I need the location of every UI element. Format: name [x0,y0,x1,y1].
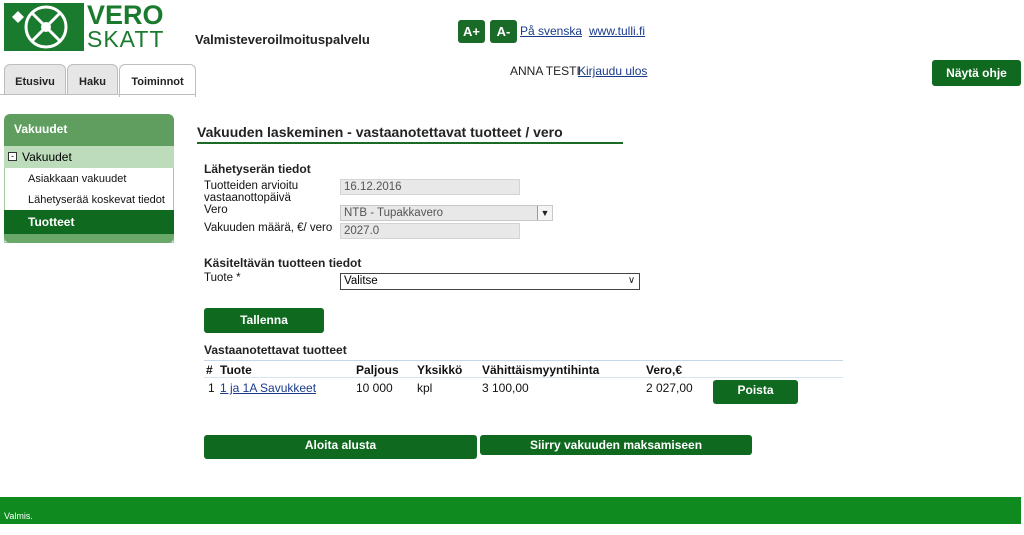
title-underline [197,142,623,144]
product-select-value: Valitse [344,275,378,287]
sidebar-item-tuotteet[interactable]: Tuotteet [4,210,174,234]
sidebar-title: Vakuudet [4,114,174,146]
sidebar-group-vakuudet[interactable]: - Vakuudet [4,146,174,168]
logout-link[interactable]: Kirjaudu ulos [578,64,647,78]
column-header-unit: Yksikkö [417,363,463,377]
amount-label: Vakuuden määrä, €/ vero [204,222,333,234]
table-top-line [204,360,843,361]
product-heading: Käsiteltävän tuotteen tiedot [204,256,362,270]
sidebar-group-label: Vakuudet [22,150,72,164]
tulli-site-link[interactable]: www.tulli.fi [589,24,645,38]
proceed-to-payment-button[interactable]: Siirry vakuuden maksamiseen [480,435,752,455]
page-title: Vakuuden laskeminen - vastaanotettavat t… [197,124,563,140]
tax-label: Vero [204,204,228,216]
shipment-heading: Lähetyserän tiedot [204,162,311,176]
font-decrease-button[interactable]: A- [490,20,517,43]
sidebar-footer [4,234,174,243]
swedish-language-link[interactable]: På svenska [520,24,582,38]
guarantee-amount-field[interactable]: 2027.0 [340,223,520,239]
save-button[interactable]: Tallenna [204,308,324,333]
receipt-date-field[interactable]: 16.12.2016 [340,179,520,195]
column-header-product: Tuote [220,363,252,377]
date-label-line1: Tuotteiden arvioitu [204,180,299,192]
delete-button[interactable]: Poista [713,380,798,404]
tab-haku[interactable]: Haku [67,64,118,95]
row-quantity: 10 000 [356,381,393,395]
tax-select-value: NTB - Tupakkavero [344,207,444,219]
row-retail-price: 3 100,00 [482,381,529,395]
status-bar: Valmis. [0,497,1021,524]
row-tax: 2 027,00 [646,381,693,395]
logo-text-skatt: SKATT [87,26,165,52]
column-header-retail-price: Vähittäismyyntihinta [482,363,600,377]
received-products-heading: Vastaanotettavat tuotteet [204,343,347,357]
tab-etusivu[interactable]: Etusivu [4,64,66,95]
row-number: 1 [208,381,215,395]
font-increase-button[interactable]: A+ [458,20,485,43]
vero-skatt-logo: VERO SKATT [4,1,164,51]
column-header-tax: Vero,€ [646,363,683,377]
column-header-quantity: Paljous [356,363,399,377]
product-label: Tuote * [204,272,241,284]
restart-button[interactable]: Aloita alusta [204,435,477,459]
service-title: Valmisteveroilmoituspalvelu [195,32,370,47]
chevron-down-icon: ▼ [537,206,552,220]
row-unit: kpl [417,381,433,395]
sidebar-item-lahetyseraa[interactable]: Lähetyserää koskevat tiedot [28,194,165,206]
date-label-line2: vastaanottopäivä [204,192,291,204]
logo-text-vero: VERO [87,0,164,30]
tab-divider [0,94,196,95]
tax-select[interactable]: NTB - Tupakkavero ▼ [340,205,553,221]
sidebar-item-asiakkaan-vakuudet[interactable]: Asiakkaan vakuudet [28,173,126,185]
help-button[interactable]: Näytä ohje [932,60,1021,86]
collapse-icon[interactable]: - [8,152,17,162]
user-name: ANNA TESTI [510,64,580,78]
product-select[interactable]: Valitse ∨ [340,273,640,290]
table-header-line [204,377,843,378]
tax-emblem-icon [4,3,84,51]
column-header-num: # [206,363,213,377]
tab-toiminnot[interactable]: Toiminnot [119,64,196,97]
product-link[interactable]: 1 ja 1A Savukkeet [220,381,316,395]
chevron-down-icon: ∨ [624,274,639,289]
